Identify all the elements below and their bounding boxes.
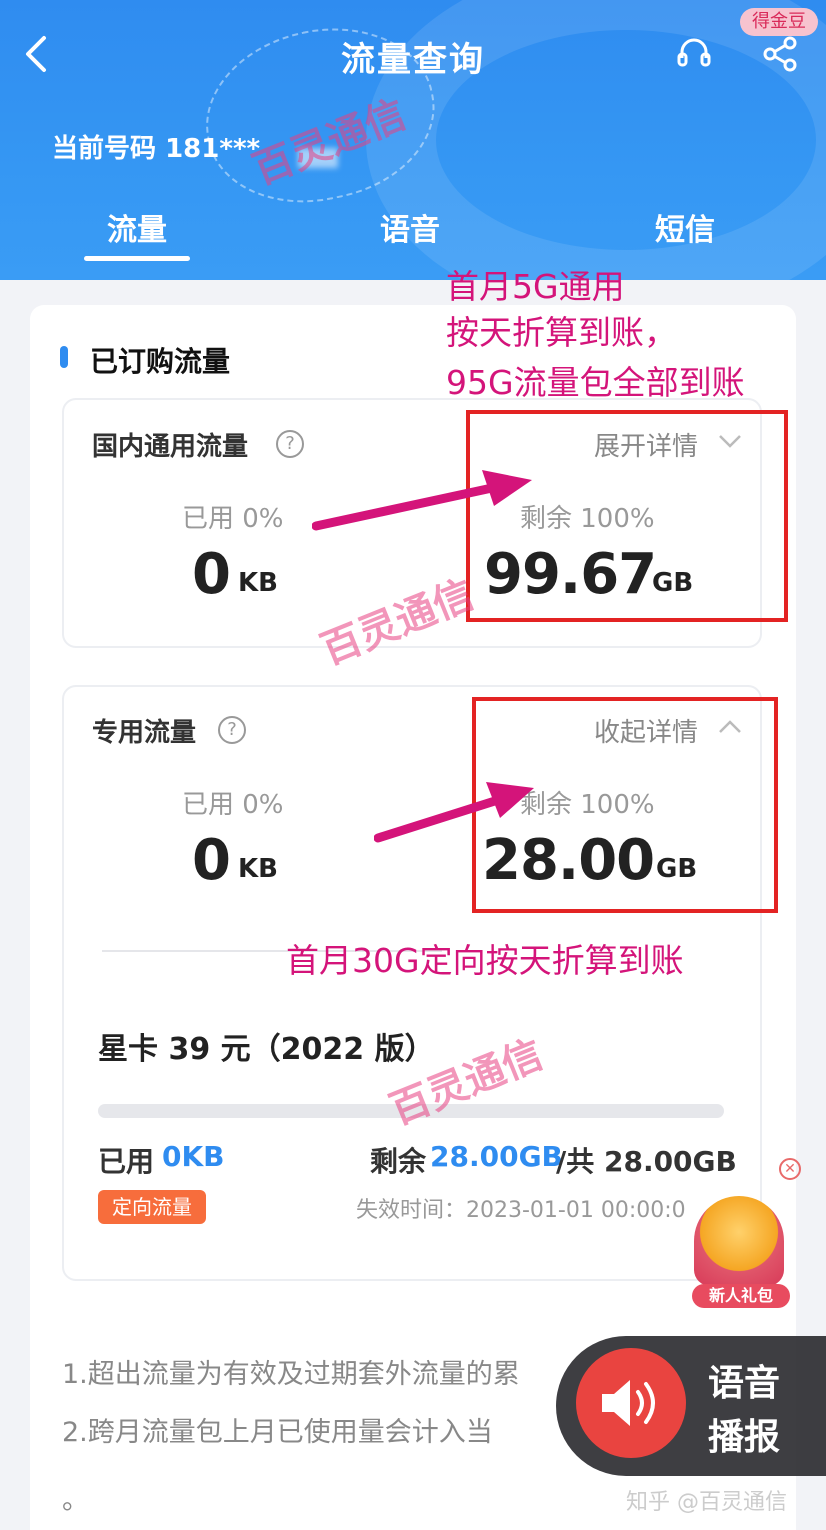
domestic-label: 国内通用流量 [92,432,249,462]
phone-label: 当前号码 [52,134,157,164]
tab-data[interactable]: 流量 [84,205,190,249]
gift-label[interactable]: 新人礼包 [692,1284,790,1308]
dedicated-used-unit: KB [238,854,278,884]
annotation-arrow [312,470,532,531]
tab-sms[interactable]: 短信 [630,205,740,249]
dedicated-used-value: 0 [192,828,231,893]
package-name: 星卡 39 元（2022 版） [98,1032,435,1067]
dedicated-used-label: 已用 0% [182,790,284,820]
annotation-arrow [374,782,534,843]
gold-bean-badge[interactable]: 得金豆 [740,8,818,36]
voice-label-2: 播报 [708,1417,781,1458]
current-number: 当前号码 181*** [52,128,260,165]
package-remain-label: 剩余 [370,1145,427,1178]
share-button[interactable] [760,34,800,74]
tab-voice[interactable]: 语音 [355,205,465,249]
customer-service-button[interactable] [674,34,714,74]
domestic-used-value: 0 [192,542,231,607]
annotation-text-3: 95G流量包全部到账 [446,363,745,402]
annotation-text-1: 首月5G通用 [446,267,625,306]
headset-icon [677,38,711,67]
domestic-used-label: 已用 0% [182,504,284,534]
note-3: 。 [62,1485,89,1516]
package-tag: 定向流量 [98,1190,206,1224]
package-expire-time: 失效时间：2023-01-01 00:00:0 [356,1198,686,1223]
active-tab-indicator [84,256,190,261]
package-remain-value: 28.00GB [430,1140,563,1173]
voice-label-1: 语音 [708,1363,781,1404]
dedicated-label: 专用流量 [92,718,197,748]
gift-mascot-icon[interactable] [694,1196,784,1286]
help-icon[interactable]: ? [276,430,304,458]
note-2: 2.跨月流量包上月已使用量会计入当 [62,1417,493,1448]
source-credit: 知乎 @百灵通信 [626,1490,787,1515]
share-icon [763,36,797,72]
package-used-label: 已用 [98,1145,155,1178]
close-icon[interactable]: ✕ [779,1158,801,1180]
annotation-text-4: 首月30G定向按天折算到账 [286,941,684,980]
help-icon[interactable]: ? [218,716,246,744]
package-total: /共 28.00GB [556,1145,737,1178]
package-used-value: 0KB [162,1140,225,1173]
domestic-used-unit: KB [238,568,278,598]
annotation-text-2: 按天折算到账， [446,313,677,352]
section-marker [60,346,68,368]
speaker-icon [602,1380,655,1426]
note-1: 1.超出流量为有效及过期套外流量的累 [62,1359,520,1390]
section-title: 已订购流量 [90,345,231,378]
